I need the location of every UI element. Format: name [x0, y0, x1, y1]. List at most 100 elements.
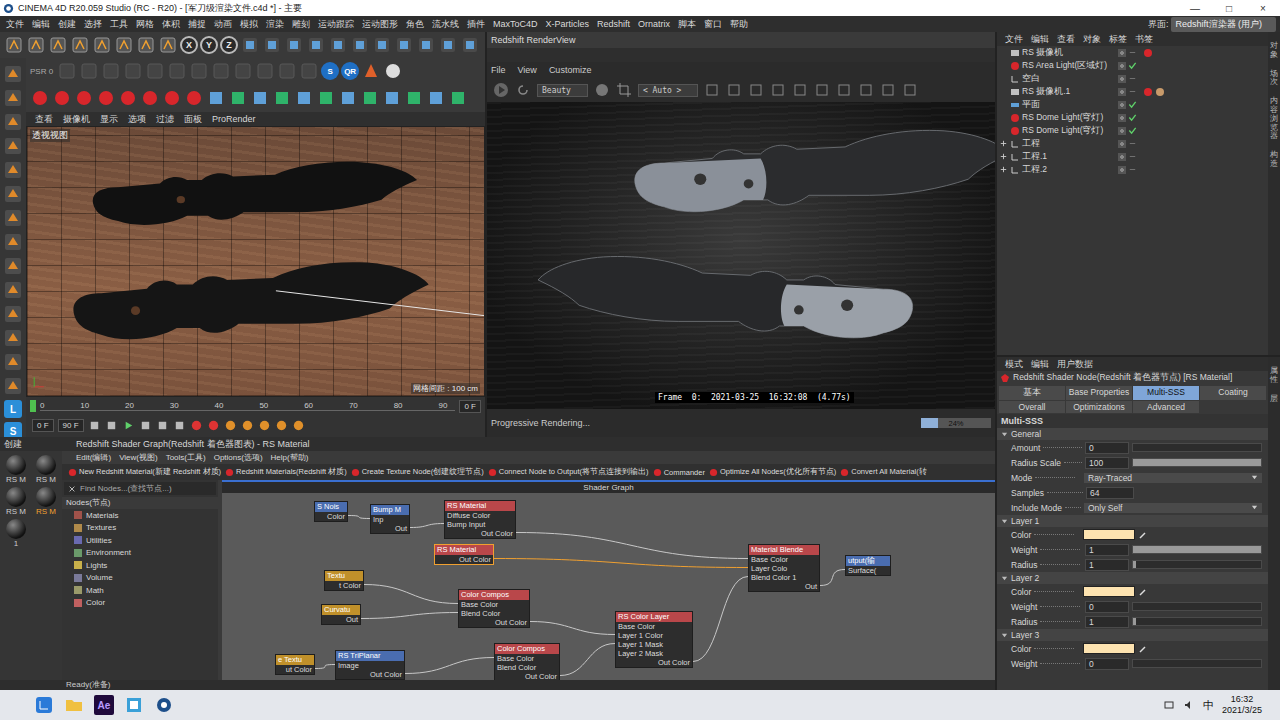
shader-node[interactable]: Textut Color: [324, 570, 364, 591]
expand-icon[interactable]: [999, 100, 1008, 109]
shader-graph-canvas[interactable]: S NoisColorBump MInpOutRS MaterialDiffus…: [222, 493, 995, 680]
node-port[interactable]: t Color: [325, 581, 363, 590]
object-row[interactable]: RS Dome Light(穹灯): [997, 124, 1268, 137]
node-port[interactable]: Layer Colo: [749, 564, 819, 573]
node-connection[interactable]: [820, 570, 845, 586]
snap-icon[interactable]: [3, 256, 23, 276]
grid-icon[interactable]: [277, 61, 297, 81]
shader-graph-menu-item[interactable]: Options(选项): [214, 452, 263, 463]
stack-icon[interactable]: [880, 82, 896, 98]
volume-icon[interactable]: [1183, 699, 1195, 711]
viewport-menu-item[interactable]: 选项: [123, 113, 151, 126]
menu-item[interactable]: 帮助: [726, 18, 752, 31]
visibility-toggle[interactable]: [1118, 166, 1126, 174]
select-icon[interactable]: [48, 35, 68, 55]
node-port[interactable]: Blend Color 1: [749, 573, 819, 582]
rs-object-icon[interactable]: [206, 88, 226, 108]
key-tool-icon[interactable]: [224, 419, 237, 432]
rs-dome-icon[interactable]: [74, 88, 94, 108]
attribute-tab[interactable]: Coating: [1200, 386, 1266, 400]
menu-item[interactable]: 渲染: [262, 18, 288, 31]
slider-track[interactable]: [1132, 617, 1262, 626]
enabled-check-icon[interactable]: [1128, 165, 1137, 174]
rs-node-icon[interactable]: [294, 88, 314, 108]
expand-icon[interactable]: [999, 139, 1008, 148]
object-row[interactable]: RS 摄像机.1: [997, 85, 1268, 98]
rs-ball-icon[interactable]: [338, 88, 358, 108]
object-row[interactable]: RS 摄像机: [997, 46, 1268, 59]
shader-node[interactable]: utput(输Surface(: [845, 555, 891, 576]
node-port[interactable]: Out: [371, 524, 409, 533]
eyedropper-icon[interactable]: [1138, 530, 1148, 540]
channel-icon[interactable]: [594, 82, 610, 98]
node-port[interactable]: Layer 1 Color: [616, 631, 692, 640]
visibility-toggle[interactable]: [1118, 127, 1126, 135]
object-menu-item[interactable]: 文件: [1001, 33, 1027, 46]
grid-icon[interactable]: [726, 82, 742, 98]
material-item[interactable]: RS M: [2, 487, 30, 516]
key-tool-icon[interactable]: [190, 419, 203, 432]
object-row[interactable]: 空白: [997, 72, 1268, 85]
object-row[interactable]: 工程: [997, 137, 1268, 150]
attribute-group-title[interactable]: Layer 1: [997, 515, 1268, 527]
shader-node[interactable]: Material BlendeBase ColorLayer ColoBlend…: [748, 544, 820, 592]
menu-item[interactable]: Redshift: [593, 19, 634, 29]
shader-node[interactable]: Color ComposBase ColorBlend ColorOut Col…: [494, 643, 560, 680]
render-settings-icon[interactable]: [306, 35, 326, 55]
node-port[interactable]: Out Color: [459, 618, 529, 627]
menu-item[interactable]: 角色: [402, 18, 428, 31]
object-row[interactable]: 工程.2: [997, 163, 1268, 176]
polygons-mode-icon[interactable]: [3, 184, 23, 204]
visibility-toggle[interactable]: [1118, 62, 1126, 70]
slider-track[interactable]: [1132, 560, 1262, 569]
expand-icon[interactable]: [999, 48, 1008, 57]
grid-mode-icon[interactable]: [3, 112, 23, 132]
node-port[interactable]: Base Color: [749, 555, 819, 564]
render-view-menu-item[interactable]: Customize: [549, 65, 592, 75]
move-icon[interactable]: [92, 35, 112, 55]
shader-graph-menu-item[interactable]: View(视图): [119, 452, 158, 463]
node-category[interactable]: Utilities: [62, 534, 218, 547]
key-tool-icon[interactable]: [292, 419, 305, 432]
node-port[interactable]: Out: [749, 582, 819, 591]
menu-item[interactable]: MaxToC4D: [489, 19, 542, 29]
node-port[interactable]: Out Color: [495, 672, 559, 680]
frame-field[interactable]: 0 F: [32, 419, 54, 432]
shader-action-button[interactable]: New Redshift Material(新建 Redshift 材质): [68, 467, 221, 477]
polygon-icon[interactable]: [167, 61, 187, 81]
node-port[interactable]: Out: [322, 615, 360, 624]
menu-item[interactable]: 文件: [2, 18, 28, 31]
node-port[interactable]: Base Color: [459, 600, 529, 609]
playback-icon[interactable]: [156, 419, 169, 432]
plugin-badge[interactable]: QR: [341, 62, 359, 80]
axis-icon[interactable]: [101, 61, 121, 81]
shader-action-button[interactable]: Commander: [653, 468, 705, 477]
texture-icon[interactable]: [79, 61, 99, 81]
record-icon[interactable]: [3, 352, 23, 372]
node-port[interactable]: Layer 1 Mask: [616, 640, 692, 649]
expand-icon[interactable]: [999, 126, 1008, 135]
side-tab[interactable]: 场次: [1270, 70, 1278, 88]
enabled-check-icon[interactable]: [1128, 74, 1137, 83]
current-frame-field[interactable]: 0 F: [459, 400, 481, 413]
node-connection[interactable]: [348, 516, 370, 519]
slider-track[interactable]: [1132, 458, 1262, 467]
snap-icon[interactable]: [211, 61, 231, 81]
attribute-group-title[interactable]: General: [997, 428, 1268, 440]
lock-icon[interactable]: [3, 280, 23, 300]
node-connection[interactable]: [315, 665, 335, 669]
node-category[interactable]: Materials: [62, 509, 218, 522]
menu-item[interactable]: 运动图形: [358, 18, 402, 31]
node-port[interactable]: Layer 2 Mask: [616, 649, 692, 658]
attribute-menu-item[interactable]: 用户数据: [1053, 358, 1097, 371]
shader-graph-menu-item[interactable]: Help(帮助): [271, 452, 309, 463]
menu-item[interactable]: 工具: [106, 18, 132, 31]
menu-item[interactable]: 创建: [54, 18, 80, 31]
node-port[interactable]: Blend Color: [459, 609, 529, 618]
material-menu-item[interactable]: 创建: [4, 438, 22, 451]
shader-action-button[interactable]: Optimize All Nodes(优化所有节点): [709, 467, 836, 477]
node-connection[interactable]: [494, 559, 748, 568]
workplane-icon[interactable]: [3, 232, 23, 252]
material-item[interactable]: RS M: [2, 455, 30, 484]
cone-icon[interactable]: [361, 61, 381, 81]
